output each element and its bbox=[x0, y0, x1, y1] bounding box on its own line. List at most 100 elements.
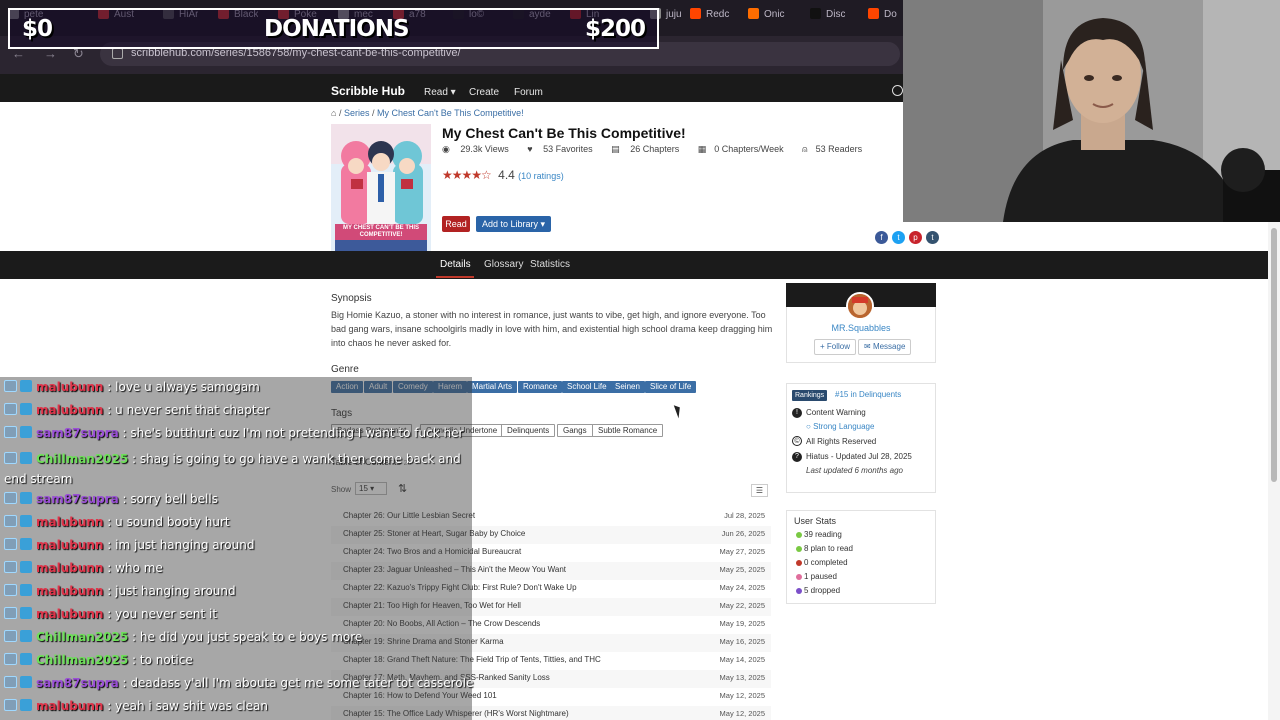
tag-gangs[interactable]: Gangs bbox=[557, 424, 593, 437]
genre-slice-of-life[interactable]: Slice of Life bbox=[645, 381, 697, 393]
browser-tab[interactable]: Disc bbox=[810, 8, 845, 28]
nav-forum[interactable]: Forum bbox=[514, 87, 543, 98]
add-to-library-button[interactable]: Add to Library ▾ bbox=[476, 216, 551, 232]
active-tab-indicator bbox=[436, 276, 474, 278]
pinterest-icon[interactable]: p bbox=[909, 231, 922, 244]
series-title: My Chest Can't Be This Competitive! bbox=[442, 125, 686, 141]
chat-badge-icon bbox=[4, 452, 17, 464]
chat-message: sam87supra : deadass y'all I'm abouta ge… bbox=[4, 676, 473, 690]
nav-create[interactable]: Create bbox=[469, 87, 499, 98]
chat-text: : im just hanging around bbox=[103, 538, 255, 552]
chat-username: Chillman2025 bbox=[36, 653, 129, 667]
chat-username: malubunn bbox=[36, 561, 104, 575]
site-info-icon[interactable] bbox=[112, 48, 123, 59]
site-logo[interactable]: Scribble Hub bbox=[331, 84, 405, 98]
browser-tab[interactable]: Do bbox=[868, 8, 897, 28]
genre-seinen[interactable]: Seinen bbox=[610, 381, 645, 393]
user-stat-item[interactable]: 5 dropped bbox=[804, 586, 840, 595]
tab-favicon-icon bbox=[810, 8, 821, 19]
avatar[interactable] bbox=[846, 292, 874, 320]
genre-romance[interactable]: Romance bbox=[518, 381, 563, 393]
tab-glossary[interactable]: Glossary bbox=[484, 259, 523, 270]
facebook-icon[interactable]: f bbox=[875, 231, 888, 244]
chat-text: : u sound booty hurt bbox=[103, 515, 230, 529]
chat-text: : you never sent it bbox=[103, 607, 218, 621]
browser-tab[interactable]: Onic bbox=[748, 8, 785, 28]
tab-statistics[interactable]: Statistics bbox=[530, 259, 570, 270]
chat-text: : love u always samogam bbox=[103, 380, 260, 394]
breadcrumb-series[interactable]: Series bbox=[344, 108, 370, 118]
chat-text: : who me bbox=[103, 561, 163, 575]
chat-text: : sorry bell bells bbox=[118, 492, 218, 506]
readers-icon: ⍝ bbox=[802, 144, 808, 154]
chat-username: sam87supra bbox=[36, 492, 119, 506]
series-rating: ★★★★☆ 4.4 (10 ratings) bbox=[442, 168, 564, 182]
platform-icon bbox=[20, 653, 32, 665]
rank-text[interactable]: #15 in Delinquents bbox=[835, 390, 901, 399]
chapter-date: May 25, 2025 bbox=[719, 565, 765, 574]
chat-message: sam87supra : sorry bell bells bbox=[4, 492, 218, 506]
chat-text: : u never sent that chapter bbox=[103, 403, 269, 417]
rating-value: 4.4 bbox=[498, 168, 515, 182]
author-name[interactable]: MR.Squabbles bbox=[786, 323, 936, 333]
read-button[interactable]: Read bbox=[442, 216, 470, 232]
platform-icon bbox=[20, 607, 32, 619]
heart-icon: ♥ bbox=[527, 144, 533, 154]
question-icon: ? bbox=[792, 452, 802, 462]
cover-title-text: MY CHEST CAN'T BE THIS COMPETITIVE! bbox=[343, 225, 419, 238]
browser-tab[interactable]: Redc bbox=[690, 8, 729, 28]
stat-dot-icon bbox=[796, 574, 802, 580]
chapter-date: May 24, 2025 bbox=[719, 583, 765, 592]
user-stats-heading: User Stats bbox=[794, 516, 837, 526]
chat-badge-icon bbox=[4, 561, 17, 573]
chapter-date: May 14, 2025 bbox=[719, 655, 765, 664]
stat-dot-icon bbox=[796, 546, 802, 552]
chapter-date: Jul 28, 2025 bbox=[724, 511, 765, 520]
chat-message: malubunn : you never sent it bbox=[4, 607, 217, 621]
chat-message: malubunn : just hanging around bbox=[4, 584, 236, 598]
tag-subtle-romance[interactable]: Subtle Romance bbox=[592, 424, 664, 437]
chat-badge-icon bbox=[4, 653, 17, 665]
chat-message: Chillman2025 : he did you just speak to … bbox=[4, 630, 362, 644]
chat-badge-icon bbox=[4, 630, 17, 642]
breadcrumb-title[interactable]: My Chest Can't Be This Competitive! bbox=[377, 108, 524, 118]
tag-delinquents[interactable]: Delinquents bbox=[501, 424, 556, 437]
rights-text: All Rights Reserved bbox=[806, 437, 877, 446]
scrollbar-thumb[interactable] bbox=[1271, 228, 1277, 482]
list-view-icon[interactable]: ☰ bbox=[751, 484, 768, 497]
views-stat: ◉ 29.3k Views bbox=[442, 144, 509, 154]
tab-favicon-icon bbox=[748, 8, 759, 19]
last-updated: Last updated 6 months ago bbox=[806, 466, 903, 475]
genre-school-life[interactable]: School Life bbox=[562, 381, 612, 393]
tab-label: juju bbox=[666, 9, 682, 20]
chat-badge-icon bbox=[4, 699, 17, 711]
chat-badge-icon bbox=[4, 676, 17, 688]
message-button[interactable]: ✉ Message bbox=[858, 339, 912, 355]
rankings-badge[interactable]: Rankings bbox=[792, 390, 828, 401]
twitter-icon[interactable]: t bbox=[892, 231, 905, 244]
chat-message: malubunn : u never sent that chapter bbox=[4, 403, 269, 417]
nav-read[interactable]: Read ▾ bbox=[424, 87, 456, 98]
user-account-icon[interactable] bbox=[892, 85, 903, 96]
genre-martial-arts[interactable]: Martial Arts bbox=[467, 381, 518, 393]
user-stat-item[interactable]: 39 reading bbox=[804, 530, 842, 539]
tab-details[interactable]: Details bbox=[440, 259, 471, 270]
follow-button[interactable]: + Follow bbox=[814, 339, 857, 355]
tab-label: Disc bbox=[826, 9, 846, 20]
chat-badge-icon bbox=[4, 426, 17, 438]
rating-stars[interactable]: ★★★★☆ bbox=[442, 168, 492, 182]
rating-count[interactable]: (10 ratings) bbox=[518, 171, 564, 181]
chat-message: Chillman2025 : to notice bbox=[4, 653, 193, 667]
platform-icon bbox=[20, 561, 32, 573]
mouse-cursor bbox=[673, 403, 684, 419]
user-stat-item[interactable]: 8 plan to read bbox=[804, 544, 853, 553]
donations-goal: $200 bbox=[584, 16, 646, 42]
warning-strong-language[interactable]: ○ Strong Language bbox=[806, 422, 874, 431]
user-stat-item[interactable]: 0 completed bbox=[804, 558, 848, 567]
tumblr-icon[interactable]: t bbox=[926, 231, 939, 244]
series-cover-image[interactable]: MY CHEST CAN'T BE THIS COMPETITIVE! bbox=[331, 124, 431, 269]
chat-text: : just hanging around bbox=[103, 584, 236, 598]
chat-message: malubunn : u sound booty hurt bbox=[4, 515, 230, 529]
chat-badge-icon bbox=[4, 584, 17, 596]
user-stat-item[interactable]: 1 paused bbox=[804, 572, 837, 581]
